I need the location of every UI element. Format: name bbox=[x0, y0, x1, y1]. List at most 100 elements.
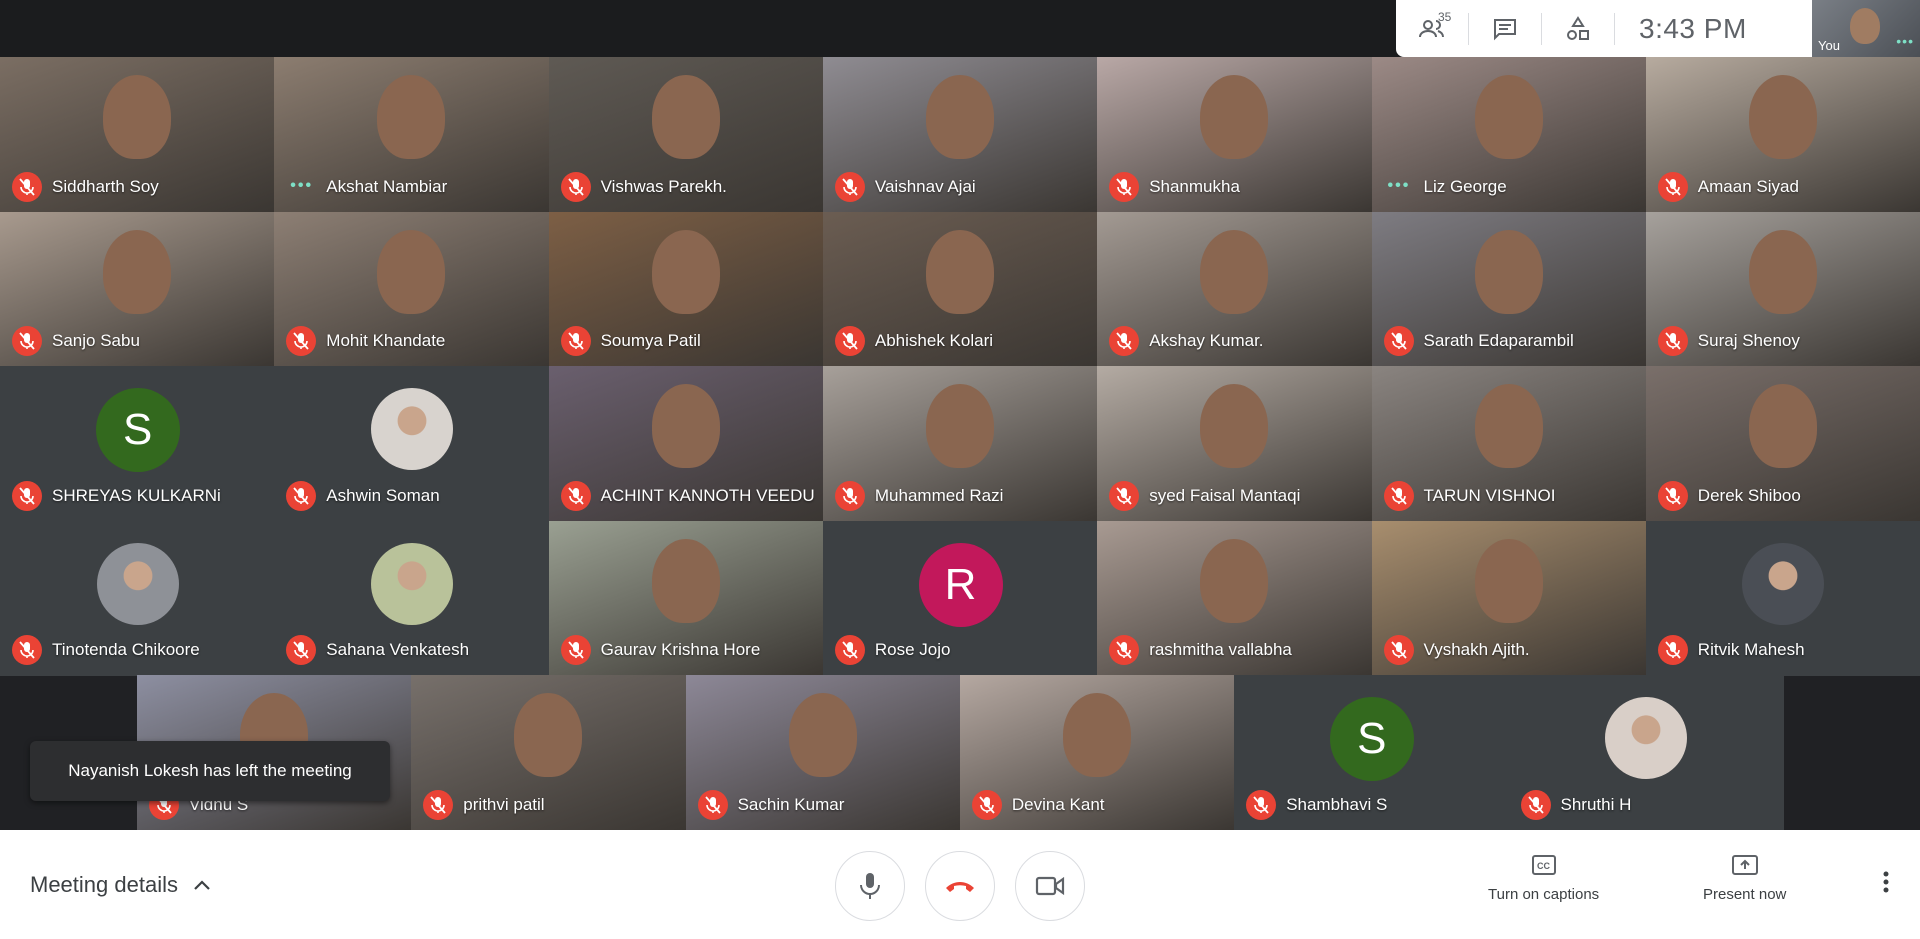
mic-off-icon bbox=[1383, 480, 1414, 511]
mic-off-icon bbox=[834, 480, 865, 511]
mic-off-icon bbox=[1246, 789, 1277, 820]
activities-button[interactable] bbox=[1542, 0, 1614, 57]
participant-name: Ritvik Mahesh bbox=[1697, 640, 1805, 660]
participant-name: Sarath Edaparambil bbox=[1423, 331, 1574, 351]
participant-tile[interactable]: Soumya Patil bbox=[548, 211, 824, 368]
participant-tile[interactable]: Sahana Venkatesh bbox=[274, 520, 550, 677]
present-label: Present now bbox=[1703, 886, 1787, 903]
participant-name: syed Faisal Mantaqi bbox=[1149, 485, 1301, 505]
participant-tile[interactable]: Devina Kant bbox=[959, 675, 1236, 831]
participant-face bbox=[926, 75, 995, 159]
participant-tile[interactable]: Sanjo Sabu bbox=[0, 211, 276, 368]
participant-face bbox=[651, 75, 720, 159]
avatar-initial: S bbox=[1329, 697, 1414, 782]
participant-name: Shambhavi S bbox=[1286, 794, 1388, 814]
participant-tile[interactable]: S Shambhavi S bbox=[1234, 675, 1510, 831]
audio-level-indicator: ••• bbox=[1387, 176, 1411, 194]
captions-button[interactable]: CC Turn on captions bbox=[1488, 854, 1599, 903]
mic-off-icon bbox=[1657, 326, 1688, 357]
meeting-details-button[interactable]: Meeting details bbox=[30, 830, 212, 939]
participant-tile[interactable]: Ashwin Soman bbox=[274, 366, 550, 522]
participant-tile[interactable]: Sarath Edaparambil bbox=[1371, 211, 1647, 368]
participant-tile[interactable]: Sachin Kumar bbox=[685, 675, 961, 831]
mic-off-icon bbox=[560, 326, 591, 357]
more-vertical-icon bbox=[1883, 871, 1889, 893]
participant-tile[interactable]: Tinotenda Chikoore bbox=[0, 520, 276, 677]
mic-off-icon bbox=[12, 171, 42, 202]
participant-face bbox=[1200, 75, 1269, 159]
participant-face bbox=[1474, 229, 1543, 314]
camera-button[interactable] bbox=[1015, 851, 1085, 921]
participant-tile[interactable]: Shanmukha bbox=[1097, 57, 1373, 213]
participant-tile[interactable]: S SHREYAS KULKARNi bbox=[0, 366, 276, 522]
mic-off-icon bbox=[560, 480, 591, 511]
participant-tile[interactable]: Mohit Khandate bbox=[274, 211, 550, 368]
mic-off-icon bbox=[286, 635, 317, 666]
participant-face bbox=[926, 384, 995, 469]
participant-tile[interactable]: Akshay Kumar. bbox=[1097, 211, 1373, 368]
audio-level-indicator: ••• bbox=[290, 176, 314, 194]
participant-tile[interactable]: Siddharth Soy bbox=[0, 57, 276, 213]
activities-icon bbox=[1567, 15, 1589, 40]
more-options-button[interactable] bbox=[1882, 870, 1890, 899]
leave-call-button[interactable] bbox=[925, 851, 995, 921]
participant-face bbox=[1474, 75, 1543, 159]
participant-tile[interactable]: prithvi patil bbox=[411, 675, 687, 831]
participant-tile[interactable]: Vyshakh Ajith. bbox=[1371, 520, 1647, 677]
captions-icon: CC bbox=[1531, 855, 1556, 875]
participant-face bbox=[1063, 693, 1132, 778]
participant-tile[interactable]: Gaurav Krishna Hore bbox=[548, 520, 824, 677]
participant-tile[interactable]: Muhammed Razi bbox=[822, 366, 1099, 522]
participant-name: Gaurav Krishna Hore bbox=[600, 640, 761, 660]
avatar bbox=[370, 387, 453, 470]
participant-tile[interactable]: Abhishek Kolari bbox=[822, 211, 1099, 368]
participant-tile[interactable]: R Rose Jojo bbox=[822, 520, 1099, 677]
meeting-clock: 3:43 PM bbox=[1639, 12, 1747, 44]
participant-tile[interactable]: Vishwas Parekh. bbox=[548, 57, 824, 213]
participant-face bbox=[651, 229, 720, 314]
present-icon bbox=[1731, 855, 1758, 875]
participant-face bbox=[1200, 229, 1269, 314]
participant-tile[interactable]: ••• Liz George bbox=[1371, 57, 1647, 213]
participant-face bbox=[1200, 384, 1269, 469]
participant-tile[interactable]: Vaishnav Ajai bbox=[822, 57, 1099, 213]
participant-tile[interactable]: Shruthi H bbox=[1508, 675, 1784, 831]
participant-tile[interactable]: Amaan Siyad bbox=[1645, 57, 1920, 213]
participant-tile[interactable]: rashmitha vallabha bbox=[1097, 520, 1373, 677]
mic-off-icon bbox=[834, 326, 865, 357]
avatar bbox=[96, 542, 179, 625]
participant-name: rashmitha vallabha bbox=[1149, 640, 1292, 660]
participant-tile[interactable]: Derek Shiboo bbox=[1645, 366, 1920, 522]
participant-tile[interactable]: ACHINT KANNOTH VEEDU bbox=[548, 366, 824, 522]
chat-button[interactable] bbox=[1469, 0, 1541, 57]
participant-tile[interactable]: Ritvik Mahesh bbox=[1645, 520, 1920, 677]
self-view-tile[interactable]: You ••• bbox=[1812, 0, 1920, 57]
microphone-button[interactable] bbox=[835, 851, 905, 921]
participant-face bbox=[103, 75, 172, 159]
mic-off-icon bbox=[697, 789, 728, 820]
participant-tile[interactable]: Suraj Shenoy bbox=[1645, 211, 1920, 368]
participant-name: ACHINT KANNOTH VEEDU bbox=[600, 485, 815, 505]
mic-off-icon bbox=[1520, 789, 1551, 820]
people-button[interactable]: 35 bbox=[1396, 0, 1468, 57]
participant-face bbox=[1748, 229, 1817, 314]
participant-tile[interactable]: TARUN VISHNOI bbox=[1371, 366, 1647, 522]
present-now-button[interactable]: Present now bbox=[1703, 854, 1786, 903]
participant-name: Mohit Khandate bbox=[326, 331, 446, 351]
avatar bbox=[1742, 542, 1825, 625]
participant-name: prithvi patil bbox=[463, 794, 545, 814]
avatar-initial: R bbox=[918, 542, 1003, 627]
participant-name: Tinotenda Chikoore bbox=[52, 640, 200, 660]
chat-icon bbox=[1494, 18, 1516, 40]
mic-off-icon bbox=[1383, 326, 1414, 357]
mic-off-icon bbox=[560, 635, 591, 666]
notification-toast: Nayanish Lokesh has left the meeting bbox=[30, 741, 390, 801]
participant-name: Abhishek Kolari bbox=[874, 331, 994, 351]
participant-name: Devina Kant bbox=[1011, 794, 1105, 814]
participant-tile[interactable]: ••• Akshat Nambiar bbox=[274, 57, 550, 213]
mic-off-icon bbox=[834, 171, 865, 202]
svg-text:CC: CC bbox=[1537, 861, 1550, 871]
mic-off-icon bbox=[1657, 635, 1688, 666]
participant-face bbox=[514, 693, 583, 778]
participant-tile[interactable]: syed Faisal Mantaqi bbox=[1097, 366, 1373, 522]
